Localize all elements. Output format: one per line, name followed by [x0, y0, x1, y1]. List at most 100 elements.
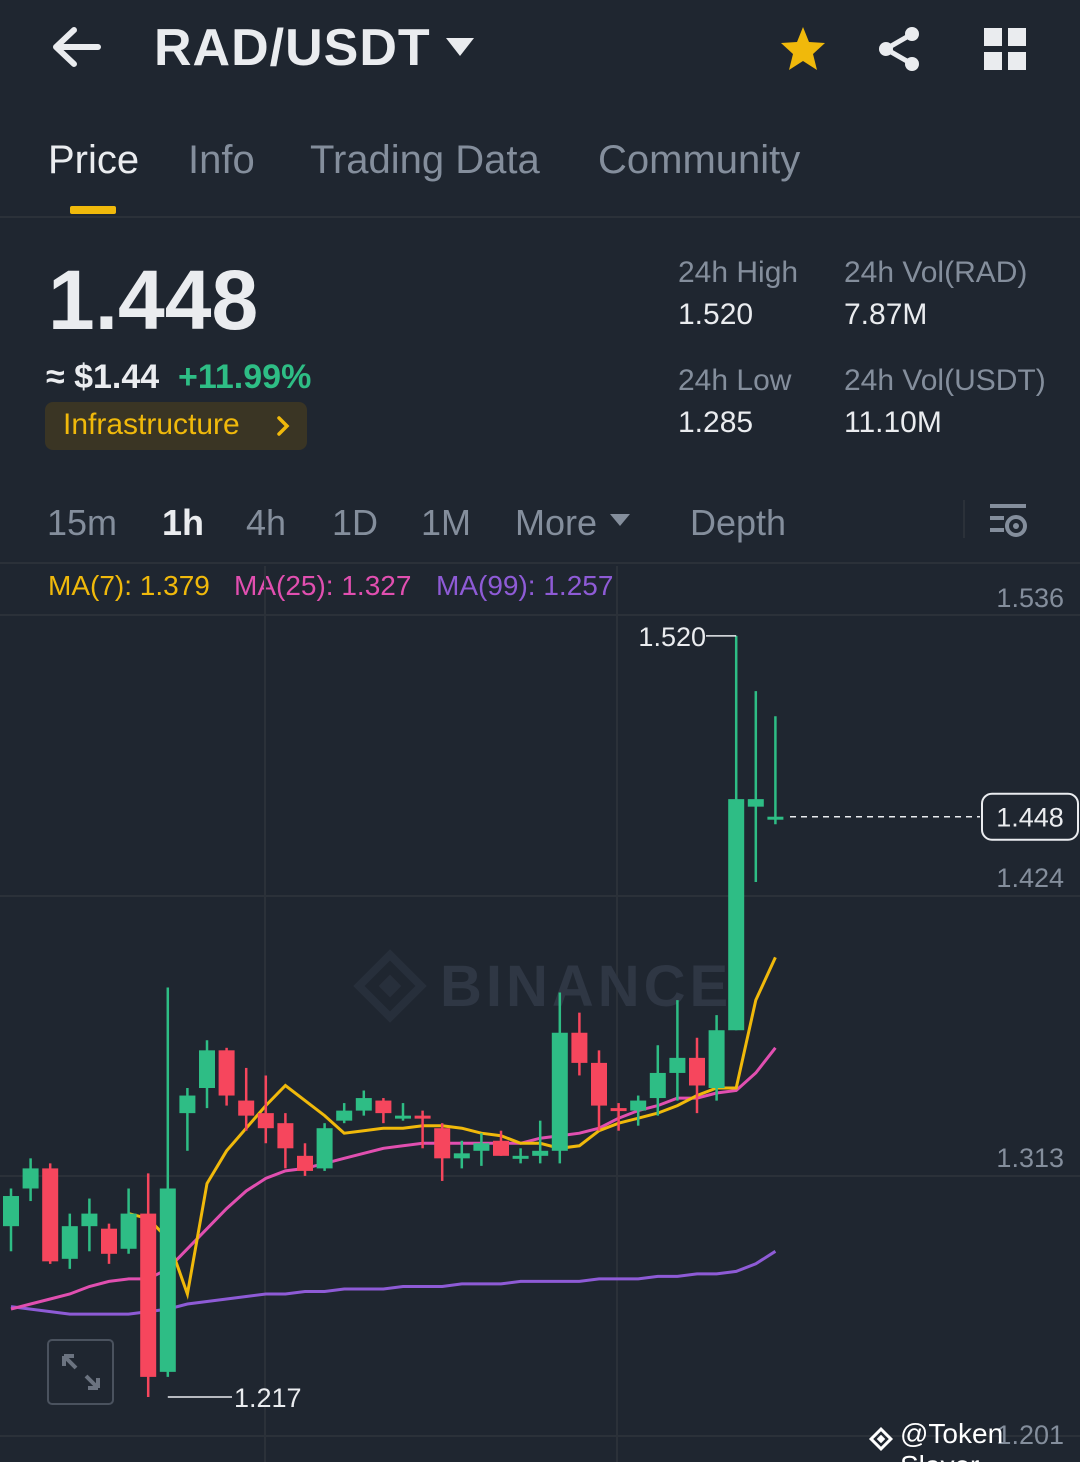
candle — [453, 1140, 470, 1169]
watermark-credit: @Token Slayer — [900, 1418, 1004, 1462]
candle-body — [708, 1030, 725, 1089]
candle-body — [375, 1100, 392, 1114]
active-tab-indicator — [70, 206, 116, 214]
interval-1d[interactable]: 1D — [332, 502, 378, 544]
pair-title[interactable]: RAD/USDT — [154, 18, 431, 78]
candle — [747, 691, 764, 883]
candle — [767, 716, 784, 825]
candle — [297, 1143, 313, 1176]
candle — [179, 1088, 196, 1151]
chart-settings-icon[interactable] — [986, 498, 1030, 542]
usd-equivalent: ≈ $1.44 — [46, 358, 160, 396]
candle-body — [336, 1110, 353, 1121]
watermark-text: BINANCE — [440, 954, 732, 1019]
candlestick-chart[interactable]: BINANCE 1.5361.4241.3131.2011.4481.5201.… — [0, 566, 1080, 1462]
candle-body — [218, 1050, 235, 1096]
interval-1h[interactable]: 1h — [162, 502, 204, 544]
candle-body — [689, 1057, 705, 1086]
candle-body — [355, 1098, 372, 1111]
price-axis-label: 1.313 — [996, 1143, 1064, 1173]
candle-body — [238, 1100, 255, 1116]
category-tag[interactable]: Infrastructure — [45, 402, 307, 450]
candle-body — [3, 1196, 19, 1227]
tab-community[interactable]: Community — [598, 138, 800, 183]
candle — [336, 1103, 353, 1124]
back-arrow-icon[interactable] — [48, 22, 104, 72]
interval-4h[interactable]: 4h — [246, 502, 286, 544]
candle-body — [747, 799, 764, 807]
tab-info[interactable]: Info — [188, 138, 255, 183]
interval-bar: 15m 1h 4h 1D 1M More Depth — [0, 488, 1080, 564]
candle — [42, 1163, 59, 1264]
candle-body — [532, 1150, 549, 1156]
candle-body — [257, 1113, 274, 1129]
candle-body — [453, 1153, 470, 1159]
candle — [375, 1098, 392, 1124]
section-tabs: Price Info Trading Data Community — [0, 130, 1080, 218]
candle — [571, 1012, 588, 1076]
low-value: 1.285 — [678, 406, 754, 439]
vol-quote-label: 24h Vol(USDT) — [844, 364, 1046, 397]
high-marker-label: 1.520 — [638, 622, 706, 652]
category-label: Infrastructure — [63, 408, 240, 441]
candle-body — [61, 1226, 78, 1259]
divider — [963, 500, 965, 538]
candle-body — [316, 1128, 333, 1169]
pair-dropdown-icon[interactable] — [444, 36, 476, 58]
layout-grid-icon[interactable] — [982, 26, 1028, 72]
candle-body — [610, 1108, 627, 1112]
tab-trading-data[interactable]: Trading Data — [310, 138, 540, 183]
candle — [101, 1223, 117, 1264]
vol-base-value: 7.87M — [844, 298, 928, 331]
candle-body — [473, 1143, 490, 1151]
candle-body — [767, 816, 784, 820]
share-icon[interactable] — [874, 24, 924, 74]
candle — [3, 1188, 19, 1252]
fullscreen-icon[interactable] — [47, 1339, 114, 1405]
candle — [159, 987, 176, 1377]
candle-body — [179, 1095, 196, 1114]
interval-15m[interactable]: 15m — [47, 502, 117, 544]
candle-body — [277, 1123, 294, 1149]
depth-tab[interactable]: Depth — [690, 502, 786, 544]
candle-body — [649, 1072, 666, 1099]
chevron-right-icon — [277, 416, 290, 436]
candle-body — [493, 1140, 509, 1156]
candle — [395, 1103, 411, 1121]
caret-down-icon — [610, 514, 630, 526]
low-marker-label: 1.217 — [234, 1383, 302, 1413]
candle — [61, 1213, 78, 1269]
candle-body — [728, 799, 745, 1031]
candle — [257, 1075, 274, 1144]
candle-body — [630, 1100, 647, 1111]
candle-body — [159, 1188, 176, 1372]
candle-body — [22, 1168, 39, 1189]
candle — [434, 1123, 451, 1181]
candle — [591, 1050, 607, 1131]
price-axis-label: 1.424 — [996, 863, 1064, 893]
candle — [355, 1090, 372, 1116]
low-label: 24h Low — [678, 364, 792, 397]
candle — [277, 1113, 294, 1169]
token-slayer-logo-icon — [868, 1426, 894, 1452]
top-bar: RAD/USDT — [0, 0, 1080, 100]
current-price-label: 1.448 — [996, 803, 1064, 833]
candle — [140, 1173, 157, 1397]
tab-price[interactable]: Price — [48, 138, 139, 183]
candle-body — [551, 1032, 568, 1151]
candle — [473, 1133, 490, 1166]
candle — [689, 1037, 705, 1114]
interval-1m[interactable]: 1M — [421, 502, 471, 544]
candle-body — [434, 1128, 451, 1159]
price-axis-label: 1.536 — [996, 583, 1064, 613]
candle-body — [512, 1155, 529, 1159]
candle — [120, 1188, 137, 1254]
high-value: 1.520 — [678, 298, 754, 331]
interval-more[interactable]: More — [515, 502, 597, 544]
candle-body — [140, 1213, 157, 1377]
candle-body — [571, 1032, 588, 1063]
high-label: 24h High — [678, 256, 799, 289]
candle-body — [81, 1213, 98, 1227]
favorite-star-icon[interactable] — [778, 24, 828, 74]
candle — [81, 1198, 98, 1252]
